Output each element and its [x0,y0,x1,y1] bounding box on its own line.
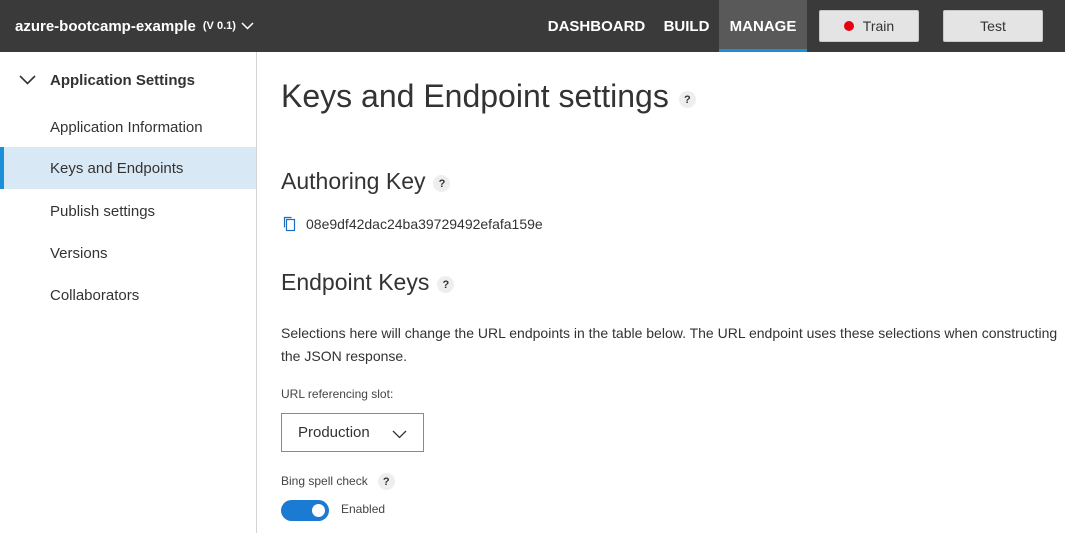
authoring-key-heading: Authoring Key ? [281,168,451,195]
sidebar-item-publish-settings[interactable]: Publish settings [0,190,256,232]
chevron-down-icon [19,72,36,90]
chevron-down-icon [241,22,254,30]
nav-dashboard-label: DASHBOARD [547,17,646,35]
test-button-label: Test [980,18,1006,34]
page-title-text: Keys and Endpoint settings [281,78,669,114]
train-button[interactable]: Train [819,10,919,42]
sidebar-item-label: Collaborators [50,286,140,304]
nav-manage[interactable]: MANAGE [719,0,807,52]
nav-manage-label: MANAGE [729,17,797,35]
endpoint-keys-heading-text: Endpoint Keys [281,269,430,295]
help-icon[interactable]: ? [377,473,395,490]
bing-spell-check-state: Enabled [341,502,386,516]
authoring-key-value: 08e9df42dac24ba39729492efafa159e [306,216,543,232]
page-title: Keys and Endpoint settings ? [281,78,696,115]
sidebar-item-label: Application Information [50,118,203,136]
record-dot-icon [843,21,854,31]
toggle-knob [312,504,325,517]
help-icon[interactable]: ? [433,175,451,192]
sidebar-item-label: Versions [50,244,108,262]
url-slot-value: Production [298,424,370,441]
endpoint-keys-heading: Endpoint Keys ? [281,269,455,296]
bing-spell-check-toggle[interactable] [281,500,329,521]
bing-spell-check-label: Bing spell check ? [281,471,395,490]
active-tab-indicator [719,49,807,52]
sidebar-item-collaborators[interactable]: Collaborators [0,274,256,316]
help-icon[interactable]: ? [678,91,696,108]
authoring-key-row: 08e9df42dac24ba39729492efafa159e [283,214,543,234]
authoring-key-heading-text: Authoring Key [281,168,426,194]
train-button-label: Train [862,18,895,34]
bing-spell-check-text: Bing spell check [281,473,368,488]
test-button[interactable]: Test [943,10,1043,42]
help-icon[interactable]: ? [437,276,455,293]
nav-build-label: BUILD [663,17,710,35]
app-version: (V 0.1) [202,20,236,32]
url-slot-dropdown[interactable]: Production [281,413,424,452]
app-selector[interactable]: azure-bootcamp-example (V 0.1) [15,0,254,52]
sidebar-section-application-settings[interactable]: Application Settings [0,64,256,96]
sidebar-item-keys-and-endpoints[interactable]: Keys and Endpoints [0,147,256,189]
endpoint-description: Selections here will change the URL endp… [281,325,1058,364]
sidebar-item-label: Keys and Endpoints [50,159,184,177]
sidebar-item-application-information[interactable]: Application Information [0,106,256,148]
copy-icon[interactable] [283,215,298,233]
sidebar: Application Settings Application Informa… [0,52,257,533]
nav-build[interactable]: BUILD [658,0,715,52]
app-name: azure-bootcamp-example [15,17,196,35]
sidebar-item-label: Publish settings [50,202,156,220]
sidebar-item-versions[interactable]: Versions [0,232,256,274]
sidebar-section-label: Application Settings [50,71,196,89]
chevron-down-icon [392,426,407,443]
url-slot-label: URL referencing slot: [281,387,394,401]
top-bar: azure-bootcamp-example (V 0.1) DASHBOARD… [0,0,1065,52]
nav-dashboard[interactable]: DASHBOARD [540,0,653,52]
